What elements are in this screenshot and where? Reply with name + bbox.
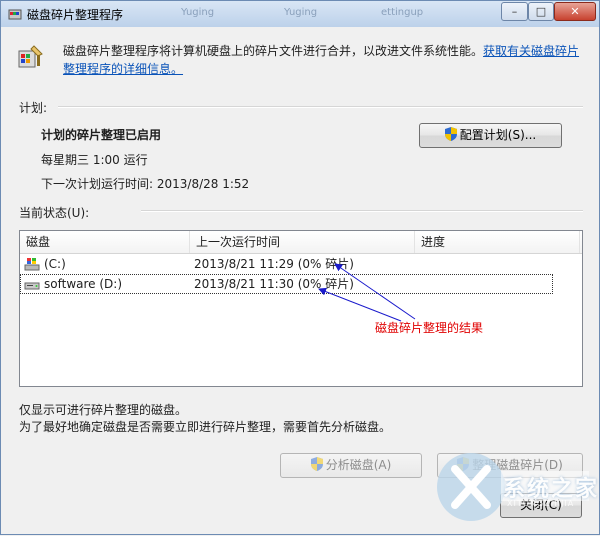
uac-shield-icon — [444, 127, 457, 141]
maximize-button[interactable]: □ — [528, 2, 554, 21]
annotation-label: 磁盘碎片整理的结果 — [375, 321, 484, 335]
schedule-group-label: 计划: — [19, 101, 48, 115]
column-progress[interactable]: 进度 — [415, 231, 580, 253]
window-title: 磁盘碎片整理程序 — [27, 8, 124, 22]
configure-schedule-button[interactable]: 配置计划(S)... — [419, 123, 562, 148]
column-disk[interactable]: 磁盘 — [20, 231, 190, 253]
minimize-button[interactable]: – — [501, 2, 528, 21]
disk-list[interactable]: 磁盘 上一次运行时间 进度 (C:) 2013/8/21 11:29 (0% 碎… — [19, 230, 583, 387]
uac-shield-icon — [310, 457, 323, 471]
ghost-tab-2: Yuging — [284, 7, 318, 18]
status-group-label: 当前状态(U): — [19, 206, 90, 220]
ghost-tab-3: ettingup — [381, 7, 424, 18]
ghost-tab-1: Yuging — [181, 7, 215, 18]
disk-last-run: 2013/8/21 11:30 (0% 碎片) — [194, 277, 354, 291]
hard-drive-icon — [24, 282, 40, 290]
description-text: 磁盘碎片整理程序将计算机硬盘上的碎片文件进行合并，以改进文件系统性能。获取有关磁… — [63, 42, 583, 78]
analyze-disk-label: 分析磁盘(A) — [325, 458, 392, 472]
defrag-window: 磁盘碎片整理程序 Yuging Yuging ettingup – □ ✕ 磁盘… — [0, 0, 600, 535]
disk-last-run: 2013/8/21 11:29 (0% 碎片) — [194, 257, 354, 271]
note-line-2: 为了最好地确定磁盘是否需要立即进行碎片整理，需要首先分析磁盘。 — [19, 420, 392, 434]
disk-row-d[interactable]: software (D:) 2013/8/21 11:30 (0% 碎片) — [20, 274, 553, 294]
disk-row-c[interactable]: (C:) 2013/8/21 11:29 (0% 碎片) — [20, 254, 582, 274]
watermark-subtext: XITONGZHIJIA — [507, 499, 575, 508]
close-window-button[interactable]: ✕ — [554, 2, 596, 21]
disk-name: (C:) — [44, 257, 66, 271]
schedule-next-run: 下一次计划运行时间: 2013/8/28 1:52 — [41, 177, 250, 191]
schedule-divider — [58, 106, 583, 108]
windows-drive-icon — [24, 258, 40, 271]
analyze-disk-button[interactable]: 分析磁盘(A) — [280, 453, 422, 478]
schedule-status: 计划的碎片整理已启用 — [41, 128, 162, 142]
defrag-large-icon — [18, 45, 43, 68]
configure-schedule-label: 配置计划(S)... — [459, 128, 537, 142]
disk-name: software (D:) — [44, 277, 122, 291]
title-bar[interactable]: 磁盘碎片整理程序 Yuging Yuging ettingup – □ ✕ — [1, 1, 599, 27]
status-divider — [141, 210, 583, 212]
note-line-1: 仅显示可进行碎片整理的磁盘。 — [19, 403, 188, 417]
defrag-app-icon — [8, 9, 22, 20]
description: 磁盘碎片整理程序将计算机硬盘上的碎片文件进行合并，以改进文件系统性能。 — [63, 44, 484, 58]
column-last-run[interactable]: 上一次运行时间 — [190, 231, 415, 253]
schedule-run-time: 每星期三 1:00 运行 — [41, 153, 148, 167]
disk-list-header: 磁盘 上一次运行时间 进度 — [20, 231, 582, 254]
